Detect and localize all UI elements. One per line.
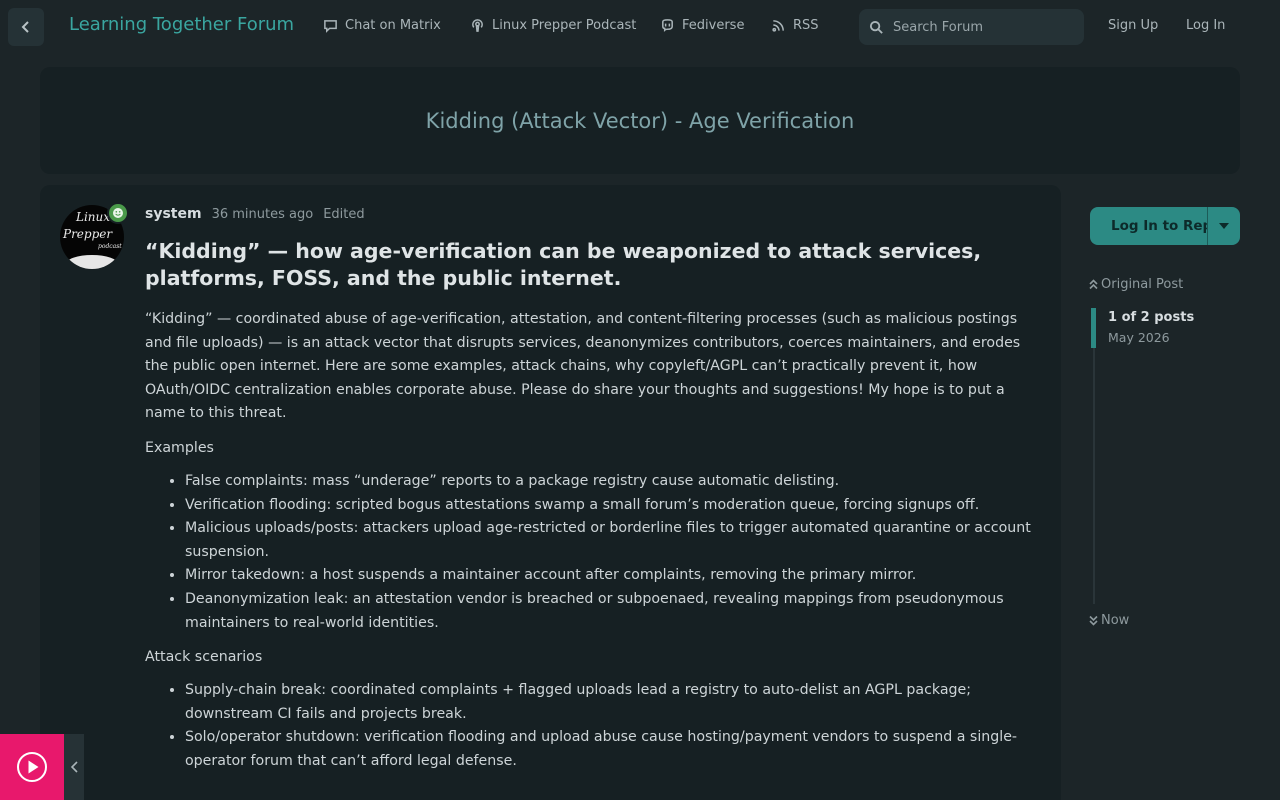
- list-item: Malicious uploads/posts: attackers uploa…: [185, 517, 1045, 564]
- nav-label: Fediverse: [682, 18, 745, 33]
- site-title[interactable]: Learning Together Forum: [69, 14, 294, 35]
- nav-label: Chat on Matrix: [345, 18, 441, 33]
- timeline-top-label: Original Post: [1101, 277, 1184, 292]
- nav-linux-prepper-podcast[interactable]: Linux Prepper Podcast: [470, 18, 636, 33]
- mastodon-icon: [662, 19, 673, 32]
- timeline-now[interactable]: Now: [1089, 613, 1129, 628]
- post-username[interactable]: system: [145, 206, 202, 222]
- timeline-bottom-label: Now: [1101, 613, 1130, 628]
- post-intro: “Kidding” — coordinated abuse of age-ver…: [145, 311, 1021, 422]
- chevron-left-icon: [70, 761, 78, 773]
- search-box[interactable]: [859, 9, 1084, 45]
- player-collapse-toggle[interactable]: [64, 734, 84, 800]
- smile-icon: [113, 208, 123, 218]
- timeline-scroll-track[interactable]: [1093, 308, 1095, 604]
- double-chevron-down-icon: [1089, 615, 1098, 626]
- log-in-button[interactable]: Log In: [1186, 18, 1225, 33]
- post-heading: “Kidding” — how age-verification can be …: [145, 239, 982, 290]
- sign-up-button[interactable]: Sign Up: [1108, 18, 1158, 33]
- scenarios-label: Attack scenarios: [145, 649, 263, 666]
- list-item: False complaints: mass “underage” report…: [185, 470, 1045, 494]
- post-time[interactable]: 36 minutes ago: [212, 207, 314, 222]
- list-item: Solo/operator shutdown: verification flo…: [185, 726, 1045, 773]
- list-item: Supply-chain break: coordinated complain…: [185, 679, 1045, 726]
- reply-dropdown-toggle[interactable]: [1207, 207, 1240, 245]
- reply-button-group: Log In to Reply: [1090, 207, 1240, 245]
- caret-down-icon: [1219, 223, 1229, 229]
- podcast-play-button[interactable]: [0, 734, 64, 800]
- search-input[interactable]: [893, 19, 1073, 35]
- topic-title: Kidding (Attack Vector) - Age Verificati…: [425, 108, 855, 133]
- examples-label: Examples: [145, 439, 214, 456]
- post-meta: system 36 minutes ago Edited: [145, 206, 365, 222]
- play-icon: [17, 752, 47, 782]
- avatar-logo-line3: podcast: [98, 243, 122, 250]
- avatar-logo-line2: Prepper: [63, 227, 113, 241]
- nav-label: Linux Prepper Podcast: [492, 18, 637, 33]
- back-button[interactable]: [8, 8, 44, 46]
- list-item: Verification flooding: scripted bogus at…: [185, 494, 1045, 518]
- nav-fediverse[interactable]: Fediverse: [660, 18, 744, 33]
- chat-icon: [324, 20, 337, 33]
- avatar-flair-badge: [107, 202, 129, 224]
- search-icon: [869, 20, 883, 34]
- nav-rss[interactable]: RSS: [771, 18, 819, 33]
- chevron-left-icon: [21, 21, 29, 33]
- avatar-logo-line1: Linux: [76, 210, 111, 224]
- podcast-icon: [472, 19, 483, 32]
- nav-label: RSS: [793, 18, 819, 33]
- avatar-swoosh: [66, 255, 118, 269]
- topic-banner: Kidding (Attack Vector) - Age Verificati…: [40, 67, 1240, 174]
- double-chevron-up-icon: [1089, 279, 1098, 290]
- timeline-original-post[interactable]: Original Post: [1089, 277, 1183, 292]
- timeline-post-count: 1 of 2 posts: [1108, 310, 1195, 325]
- examples-list: False complaints: mass “underage” report…: [185, 470, 1045, 635]
- nav-chat-on-matrix[interactable]: Chat on Matrix: [323, 18, 441, 33]
- scenarios-list: Supply-chain break: coordinated complain…: [185, 679, 1045, 773]
- log-in-to-reply-button[interactable]: Log In to Reply: [1090, 207, 1207, 245]
- list-item: Deanonymization leak: an attestation ven…: [185, 588, 1045, 635]
- site-header: Learning Together Forum Chat on Matrix L…: [0, 0, 1280, 54]
- rss-icon: [772, 20, 784, 32]
- timeline-date: May 2026: [1108, 330, 1170, 345]
- post-edited-indicator[interactable]: Edited: [323, 207, 364, 222]
- list-item: Mirror takedown: a host suspends a maint…: [185, 564, 1045, 588]
- timeline-scroll-handle[interactable]: [1091, 308, 1096, 348]
- post-body: “Kidding” — how age-verification can be …: [145, 238, 1045, 774]
